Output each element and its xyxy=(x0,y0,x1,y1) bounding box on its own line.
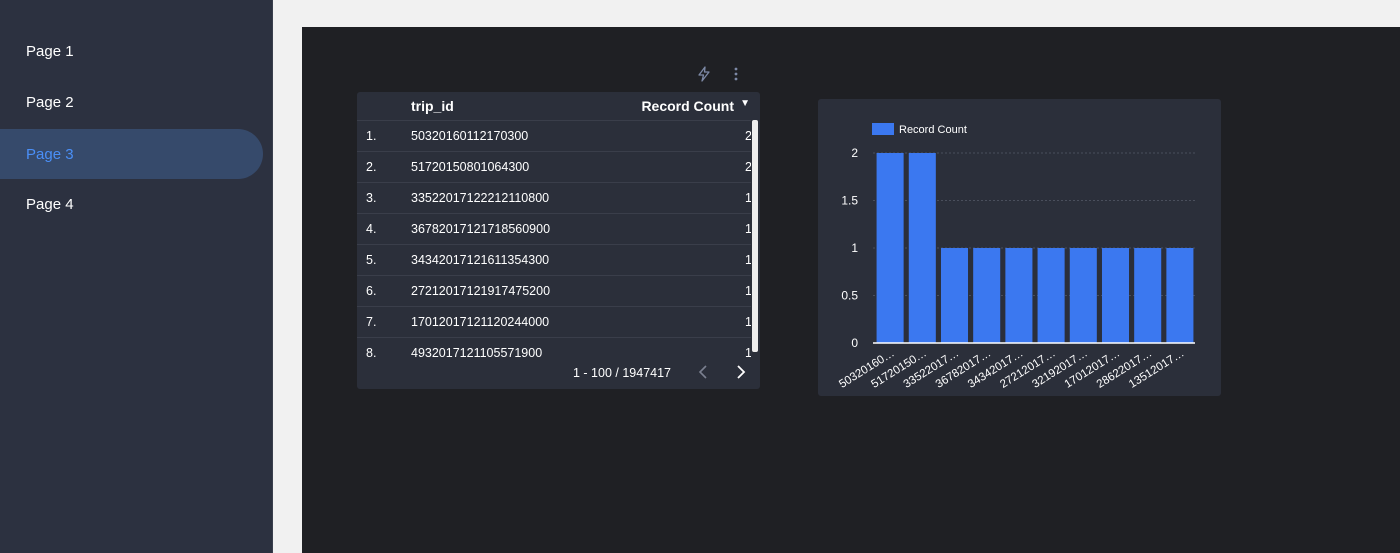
more-vert-icon[interactable] xyxy=(727,64,745,84)
row-index: 3. xyxy=(366,191,377,205)
legend-label: Record Count xyxy=(899,124,967,136)
table-chart: trip_id Record Count ▼ 1. 503201601121703… xyxy=(357,92,760,389)
sidebar-item-page-3[interactable]: Page 3 xyxy=(0,129,263,179)
y-tick-label: 1 xyxy=(851,241,858,255)
row-index: 5. xyxy=(366,253,377,267)
table-row[interactable]: 5. 34342017121611354300 1 xyxy=(357,244,751,275)
sidebar-item-page-1[interactable]: Page 1 xyxy=(0,26,263,76)
bar-chart-svg: Record Count00.511.5250320160…51720150…3… xyxy=(837,123,1195,391)
trip-id-cell: 4932017121105571900 xyxy=(411,346,543,360)
row-index: 6. xyxy=(366,284,377,298)
table-row[interactable]: 3. 33522017122212110800 1 xyxy=(357,182,751,213)
sidebar-item-page-2[interactable]: Page 2 xyxy=(0,77,263,127)
sidebar-item-page-4[interactable]: Page 4 xyxy=(0,179,263,229)
bar xyxy=(1134,248,1162,343)
trip-id-cell: 36782017121718560900 xyxy=(411,222,551,236)
y-tick-label: 2 xyxy=(851,146,858,160)
trip-id-cell: 17012017121120244000 xyxy=(411,315,550,329)
column-header-trip-id[interactable]: trip_id xyxy=(411,98,454,114)
bar xyxy=(1037,248,1065,343)
trip-id-cell: 33522017122212110800 xyxy=(411,191,550,205)
trip-id-cell: 34342017121611354300 xyxy=(411,253,550,267)
pagination-text: 1 - 100 / 1947417 xyxy=(573,366,671,380)
lightning-icon[interactable] xyxy=(695,64,713,84)
bar xyxy=(1005,248,1033,343)
table-row[interactable]: 4. 36782017121718560900 1 xyxy=(357,213,751,244)
y-tick-label: 1.5 xyxy=(841,194,858,208)
bar xyxy=(1166,248,1194,343)
table-scrollbar[interactable] xyxy=(751,120,759,360)
bar xyxy=(1069,248,1097,343)
row-index: 8. xyxy=(366,346,377,360)
row-index: 1. xyxy=(366,129,377,143)
trip-id-cell: 51720150801064300 xyxy=(411,160,530,174)
caret-down-icon[interactable]: ▼ xyxy=(740,98,750,109)
trip-id-cell: 27212017121917475200 xyxy=(411,284,551,298)
chevron-left-icon[interactable] xyxy=(694,362,712,382)
bar xyxy=(940,248,969,343)
table-row[interactable]: 1. 50320160112170300 2 xyxy=(357,120,751,151)
y-tick-label: 0.5 xyxy=(841,289,858,303)
scrollbar-thumb[interactable] xyxy=(752,120,758,352)
table-row[interactable]: 7. 17012017121120244000 1 xyxy=(357,306,751,337)
row-index: 2. xyxy=(366,160,377,174)
bar-chart: Record Count 0 0.5 1 1.5 2 50320160… 51720150… 3… xyxy=(818,99,1221,396)
table-row[interactable]: 6. 27212017121917475200 1 xyxy=(357,275,751,306)
bar xyxy=(908,153,936,343)
table-row[interactable]: 8. 4932017121105571900 1 xyxy=(357,337,751,368)
sidebar: Page 1 Page 2 Page 3 Page 4 xyxy=(0,0,273,553)
bar xyxy=(876,153,904,343)
y-tick-label: 0 xyxy=(851,336,858,350)
bar xyxy=(1101,248,1130,343)
table-header: trip_id Record Count ▼ xyxy=(357,92,760,120)
chevron-right-icon[interactable] xyxy=(732,362,750,382)
legend-swatch xyxy=(872,123,894,135)
bar xyxy=(973,248,1001,343)
column-header-record-count[interactable]: Record Count xyxy=(641,98,734,114)
table-row[interactable]: 2. 51720150801064300 2 xyxy=(357,151,751,182)
trip-id-cell: 50320160112170300 xyxy=(411,129,529,143)
row-index: 4. xyxy=(366,222,377,236)
row-index: 7. xyxy=(366,315,377,329)
